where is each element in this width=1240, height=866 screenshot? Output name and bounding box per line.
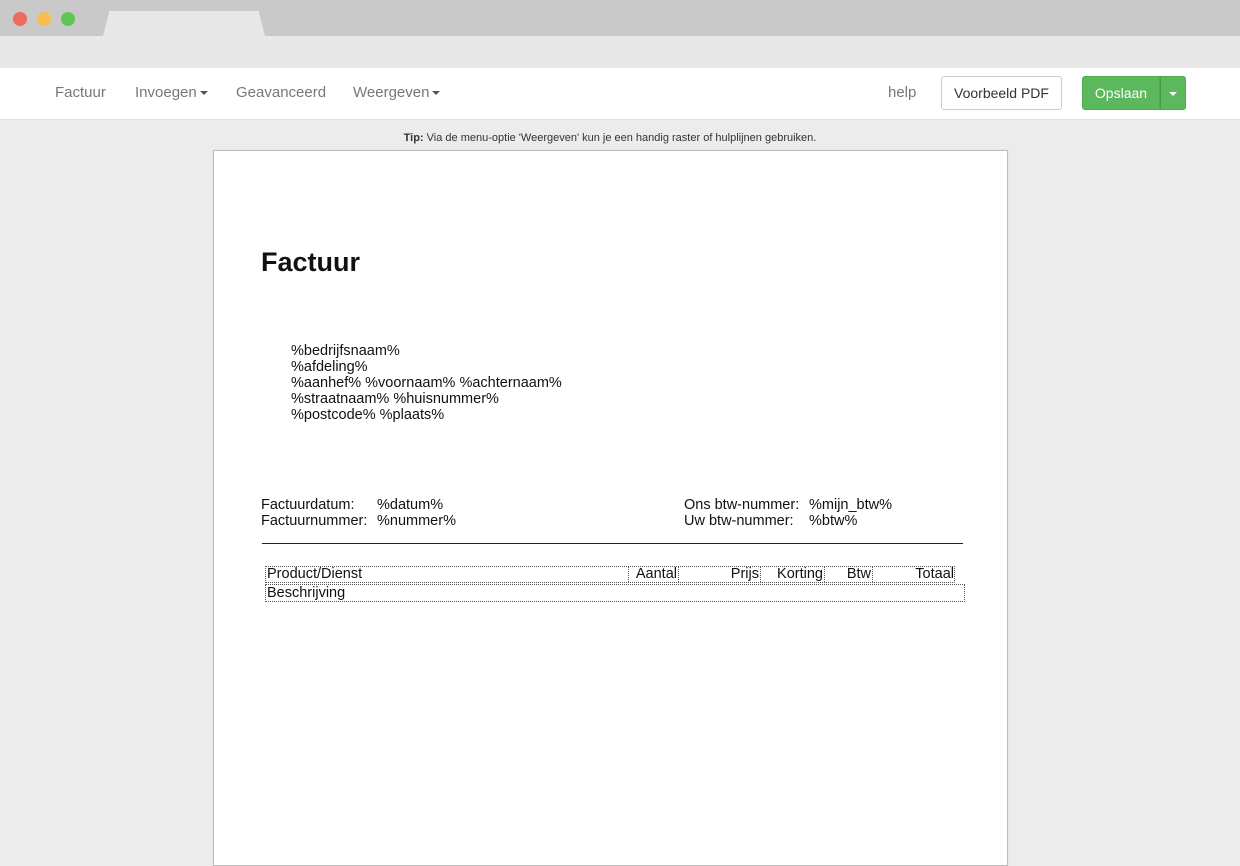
menu-factuur-label: Factuur	[55, 84, 106, 101]
address-line: %bedrijfsnaam%	[291, 343, 400, 359]
menu-geavanceerd[interactable]: Geavanceerd	[236, 68, 326, 120]
line-items-header[interactable]: Product/Dienst Aantal Prijs Korting Btw …	[265, 566, 955, 583]
browser-tab[interactable]	[103, 11, 265, 36]
menu-invoegen[interactable]: Invoegen	[135, 68, 208, 120]
divider-line[interactable]	[262, 543, 963, 544]
column-price: Prijs	[679, 567, 761, 582]
help-link[interactable]: help	[888, 68, 916, 120]
browser-titlebar	[0, 0, 1240, 36]
address-line: %afdeling%	[291, 359, 368, 375]
meta-row-own-vat: Ons btw-nummer: %mijn_btw%	[684, 497, 892, 513]
vat-meta-block[interactable]: Ons btw-nummer: %mijn_btw% Uw btw-nummer:…	[684, 497, 892, 529]
address-line: %straatnaam% %huisnummer%	[291, 391, 499, 407]
meta-row-number: Factuurnummer: %nummer%	[261, 513, 456, 529]
invoice-date-label: Factuurdatum:	[261, 497, 355, 513]
browser-toolbar	[0, 36, 1240, 68]
client-vat-value: %btw%	[809, 513, 858, 529]
line-item-description[interactable]: Beschrijving	[265, 584, 965, 602]
column-quantity: Aantal	[629, 567, 679, 582]
column-vat: Btw	[825, 567, 873, 582]
column-total: Totaal	[915, 566, 954, 582]
menu-invoegen-label: Invoegen	[135, 84, 197, 101]
invoice-date-value: %datum%	[377, 497, 444, 513]
menu-factuur[interactable]: Factuur	[55, 68, 106, 120]
save-button[interactable]: Opslaan	[1082, 76, 1160, 110]
window-maximize-icon[interactable]	[61, 12, 75, 26]
menu-weergeven[interactable]: Weergeven	[353, 68, 441, 120]
column-product: Product/Dienst	[266, 567, 629, 582]
invoice-number-value: %nummer%	[377, 513, 456, 529]
app-navbar: Factuur Invoegen Geavanceerd Weergeven h…	[0, 68, 1240, 120]
save-button-group: Opslaan	[1082, 76, 1186, 110]
address-line: %aanhef% %voornaam% %achternaam%	[291, 375, 562, 391]
invoice-title[interactable]: Factuur	[261, 247, 360, 278]
tip-text: Tip: Via de menu-optie 'Weergeven' kun j…	[0, 132, 1220, 144]
window-minimize-icon[interactable]	[37, 12, 51, 26]
column-discount: Korting	[761, 567, 825, 582]
invoice-page[interactable]: Factuur %bedrijfsnaam% %afdeling% %aanhe…	[213, 150, 1008, 866]
invoice-number-label: Factuurnummer:	[261, 513, 368, 529]
tip-message: Via de menu-optie 'Weergeven' kun je een…	[426, 132, 817, 144]
help-link-label: help	[888, 84, 917, 101]
save-dropdown-toggle[interactable]	[1160, 76, 1186, 110]
menu-weergeven-label: Weergeven	[353, 84, 430, 101]
meta-row-client-vat: Uw btw-nummer: %btw%	[684, 513, 892, 529]
own-vat-label: Ons btw-nummer:	[684, 497, 800, 513]
invoice-meta-block[interactable]: Factuurdatum: %datum% Factuurnummer: %numm…	[261, 497, 456, 529]
address-block[interactable]: %bedrijfsnaam% %afdeling% %aanhef% %voor…	[291, 343, 562, 423]
meta-row-date: Factuurdatum: %datum%	[261, 497, 456, 513]
menu-geavanceerd-label: Geavanceerd	[236, 84, 327, 101]
own-vat-value: %mijn_btw%	[809, 497, 892, 513]
caret-down-icon	[1169, 92, 1177, 96]
caret-down-icon	[199, 91, 208, 96]
caret-down-icon	[432, 91, 441, 96]
tip-prefix: Tip:	[403, 132, 424, 144]
address-line: %postcode% %plaats%	[291, 407, 445, 423]
window-close-icon[interactable]	[13, 12, 27, 26]
client-vat-label: Uw btw-nummer:	[684, 513, 794, 529]
preview-pdf-button[interactable]: Voorbeeld PDF	[941, 76, 1062, 110]
